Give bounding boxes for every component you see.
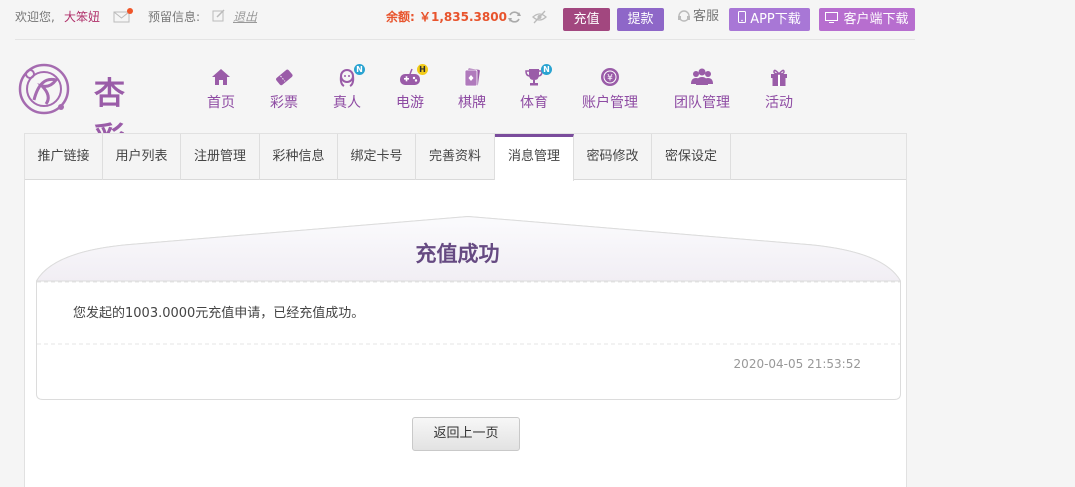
top-divider [15, 39, 915, 40]
nav-live[interactable]: N 真人 [330, 64, 365, 112]
nav-label: 电游 [396, 95, 424, 111]
nav-label: 首页 [207, 95, 235, 111]
nav-lottery[interactable]: 彩票 [267, 66, 301, 112]
tab-bind-card[interactable]: 绑定卡号 [338, 134, 416, 180]
customer-service-icon[interactable] [677, 10, 691, 28]
mail-icon[interactable] [113, 8, 133, 28]
username-link[interactable]: 大笨妞 [64, 9, 100, 25]
message-body: 您发起的1003.0000元充值申请，已经充值成功。 [73, 306, 365, 321]
logout-link[interactable]: 退出 [233, 9, 257, 25]
account-coin-icon: ¥ [601, 68, 619, 86]
cards-icon [464, 68, 480, 87]
new-badge: N [541, 64, 552, 75]
nav-account-management[interactable]: ¥ 账户管理 [580, 66, 640, 112]
tab-lottery-info[interactable]: 彩种信息 [260, 134, 338, 180]
nav-label: 团队管理 [674, 95, 730, 111]
svg-text:¥: ¥ [607, 74, 613, 84]
message-timestamp: 2020-04-05 21:53:52 [733, 357, 861, 371]
nav-label: 账户管理 [582, 95, 638, 111]
monitor-icon [825, 8, 839, 31]
nav-label: 真人 [333, 95, 361, 111]
new-badge: N [354, 64, 365, 75]
tab-change-password[interactable]: 密码修改 [574, 134, 652, 180]
nav-chess[interactable]: 棋牌 [455, 66, 489, 112]
edit-icon[interactable] [212, 9, 226, 27]
tab-messages[interactable]: 消息管理 [495, 134, 574, 181]
home-icon [212, 69, 230, 85]
nav-label: 彩票 [270, 95, 298, 111]
hide-balance-icon[interactable] [532, 10, 547, 28]
nav-label: 体育 [520, 95, 548, 111]
tab-security-settings[interactable]: 密保设定 [652, 134, 731, 180]
team-icon [691, 68, 713, 85]
client-download-button[interactable]: 客户端下载 [819, 8, 915, 31]
tab-profile[interactable]: 完善资料 [416, 134, 495, 180]
main-panel: 推广链接 用户列表 注册管理 彩种信息 绑定卡号 完善资料 消息管理 密码修改 … [24, 133, 907, 487]
customer-service-label[interactable]: 客服 [693, 9, 719, 25]
nav-team-management[interactable]: 团队管理 [671, 66, 733, 112]
top-bar: 欢迎您, 大笨妞 预留信息: 退出 余额: ￥1,835.3800 充值 提款 … [0, 0, 1075, 40]
app-download-button[interactable]: APP下载 [729, 8, 810, 31]
hot-badge: H [417, 64, 428, 75]
welcome-text: 欢迎您, [15, 10, 55, 24]
withdraw-button[interactable]: 提款 [617, 8, 664, 31]
client-download-label: 客户端下载 [843, 12, 909, 27]
nav-label: 棋牌 [458, 95, 486, 111]
tab-bar: 推广链接 用户列表 注册管理 彩种信息 绑定卡号 完善资料 消息管理 密码修改 … [25, 134, 906, 181]
nav-home[interactable]: 首页 [204, 66, 238, 112]
app-download-label: APP下载 [750, 12, 801, 27]
nav-sports[interactable]: N 体育 [517, 64, 552, 112]
nav-events[interactable]: 活动 [762, 66, 796, 112]
site-logo[interactable]: 杏彩 [16, 62, 156, 157]
reserved-info-label: 预留信息: [148, 10, 201, 24]
nav-label: 活动 [765, 95, 793, 111]
gift-icon [771, 69, 787, 86]
balance-label: 余额: [386, 10, 415, 24]
recharge-button[interactable]: 充值 [563, 8, 610, 31]
tab-user-list[interactable]: 用户列表 [103, 134, 181, 180]
balance-value: ￥1,835.3800 [419, 10, 507, 24]
lottery-ticket-icon [276, 69, 293, 86]
phone-icon [738, 8, 747, 31]
apricot-flower-icon [18, 63, 70, 115]
refresh-icon[interactable] [507, 10, 522, 28]
back-button[interactable]: 返回上一页 [412, 417, 520, 451]
nav-egames[interactable]: H 电游 [393, 64, 428, 112]
tab-registration[interactable]: 注册管理 [181, 134, 260, 180]
tab-promo-link[interactable]: 推广链接 [25, 134, 103, 180]
message-title: 充值成功 [415, 242, 500, 266]
